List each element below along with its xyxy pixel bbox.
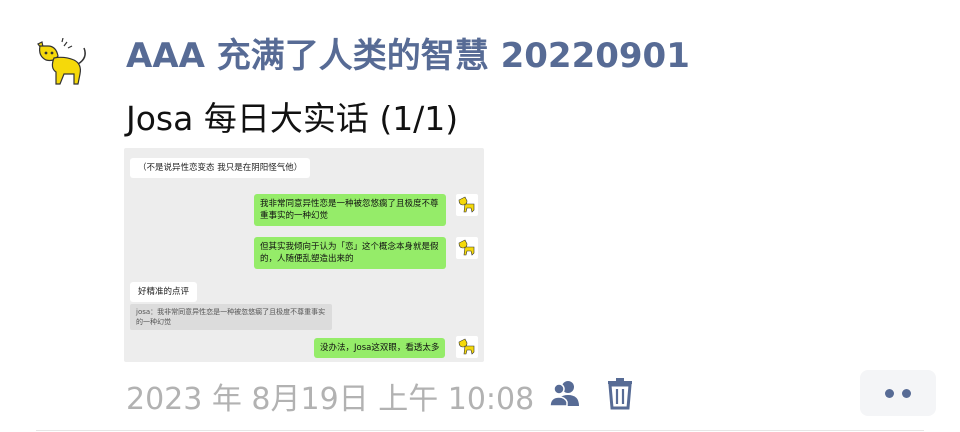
quote-block: josa：我非常同意异性恋是一种被忽悠瘸了且极度不尊重事实的一种幻觉 bbox=[130, 304, 332, 330]
more-dots-icon bbox=[885, 389, 894, 398]
avatar[interactable] bbox=[34, 37, 92, 90]
chat-bubble: 但其实我倾向于认为「恋」这个概念本身就是假的，人随便乱塑造出来的 bbox=[254, 237, 446, 269]
chat-screenshot-image[interactable]: （不是说异性恋变态 我只是在阴阳怪气他） 我非常同意异性恋是一种被忽悠瘸了且极度… bbox=[124, 148, 484, 362]
chat-bubble: 好精准的点评 bbox=[130, 282, 198, 302]
divider bbox=[36, 430, 924, 431]
chat-bubble: 没办法，Josa这双眼，看透太多 bbox=[314, 338, 446, 358]
post-title[interactable]: AAA 充满了人类的智慧 20220901 bbox=[126, 28, 690, 77]
yellow-cat-icon bbox=[458, 196, 475, 213]
trash-icon[interactable] bbox=[606, 377, 634, 414]
post-timestamp: 2023 年 8月19日 上午 10:08 bbox=[126, 382, 535, 417]
more-button[interactable] bbox=[860, 370, 936, 416]
yellow-cat-icon bbox=[37, 37, 86, 85]
note-bubble: （不是说异性恋变态 我只是在阴阳怪气他） bbox=[130, 158, 311, 178]
yellow-cat-icon bbox=[458, 239, 475, 256]
more-dots-icon bbox=[902, 389, 911, 398]
avatar bbox=[456, 194, 478, 216]
post-body: Josa 每日大实话 (1/1) bbox=[126, 99, 459, 138]
avatar bbox=[456, 237, 478, 259]
people-icon[interactable] bbox=[548, 378, 582, 412]
chat-bubble: 我非常同意异性恋是一种被忽悠瘸了且极度不尊重事实的一种幻觉 bbox=[254, 194, 446, 226]
avatar bbox=[456, 336, 478, 358]
yellow-cat-icon bbox=[458, 338, 475, 355]
